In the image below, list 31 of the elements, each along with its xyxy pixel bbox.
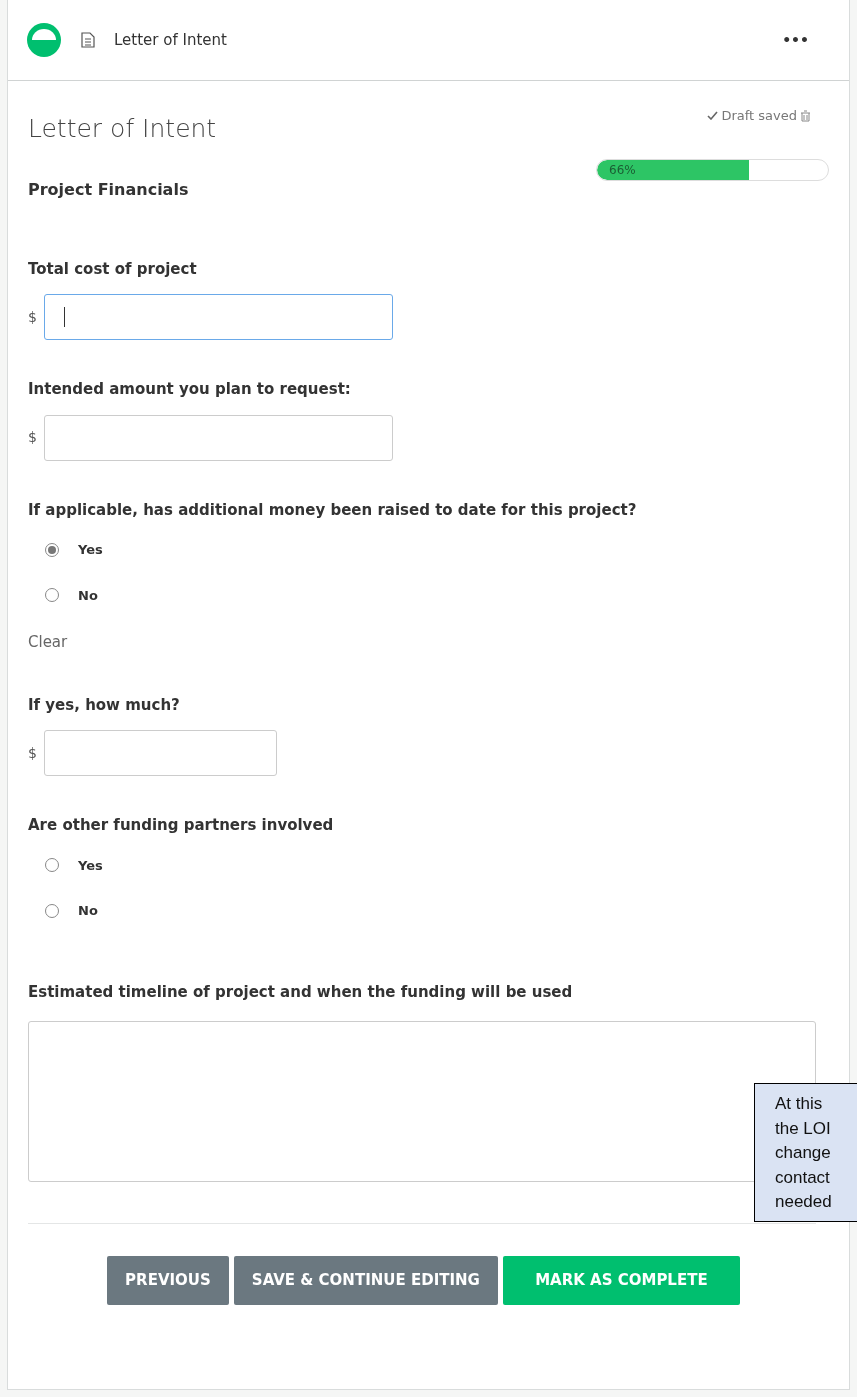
currency-symbol: $ [28, 428, 38, 447]
amount-input[interactable] [44, 414, 393, 461]
question-label: Total cost of project [28, 258, 198, 280]
trash-icon[interactable] [800, 109, 811, 122]
currency-symbol: $ [28, 743, 38, 763]
half-circle-status-icon [27, 23, 61, 57]
page-title: Letter of Intent [114, 29, 227, 51]
currency-symbol: $ [28, 307, 38, 327]
option-label: No [78, 586, 98, 605]
form-title: Letter of Intent [28, 113, 217, 145]
annotation-callout: At this the LOI change contact needed [754, 1083, 857, 1222]
secondary-button[interactable]: PREVIOUS [107, 1256, 229, 1305]
secondary-button[interactable]: SAVE & CONTINUE EDITING [233, 1256, 498, 1305]
complete-button[interactable]: MARK AS COMPLETE [502, 1256, 740, 1305]
amount-input[interactable] [44, 294, 393, 340]
question-label: If applicable, has additional money been raised to date for this project? [28, 499, 638, 521]
question-label: Are other funding partners involved [28, 815, 335, 836]
option-label: Yes [78, 856, 103, 875]
option-label: No [78, 902, 98, 920]
question-label: Estimated timeline of project and when the funding will be used [28, 981, 574, 1003]
progress-label: 66% [609, 161, 636, 179]
check-icon [707, 111, 719, 121]
more-menu-button[interactable]: ••• [782, 29, 809, 51]
amount-input[interactable] [44, 730, 277, 776]
option-label: Yes [78, 541, 103, 559]
document-icon [81, 32, 95, 48]
clear-link[interactable]: Clear [28, 631, 68, 654]
question-label: If yes, how much? [28, 694, 181, 716]
section-heading: Project Financials [28, 178, 189, 201]
question-label: Intended amount you plan to request: [28, 379, 352, 400]
draft-status: Draft saved [721, 107, 797, 125]
